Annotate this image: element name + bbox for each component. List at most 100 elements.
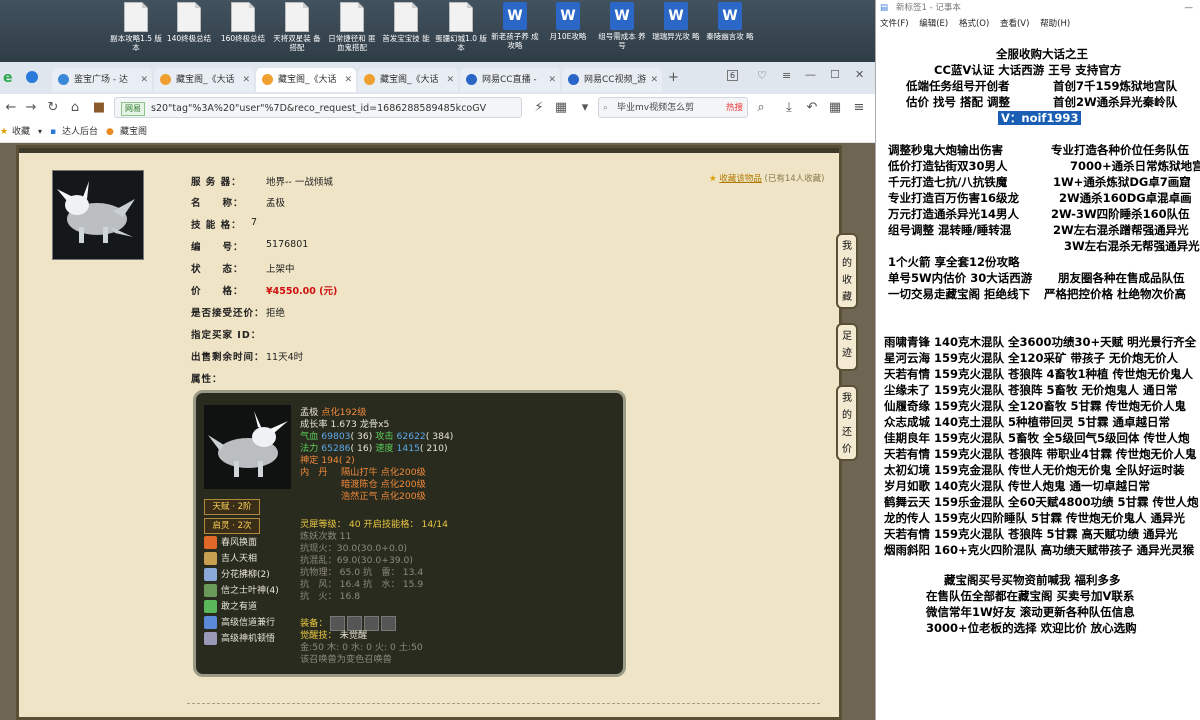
bookmark-bar: ★ 收藏 ▾ ▪ 达人后台 ● 藏宝阁 [0,122,875,143]
refresh-icon[interactable]: ↻ [44,99,62,117]
grid-apps-icon[interactable]: ▦ [826,99,844,117]
desktop-file-icon[interactable]: 天将双星装 备搭配 [271,2,323,52]
inner-item: 浩然正气 点化200级 [341,491,426,502]
my-bargain-tab[interactable]: 我的还价 [836,385,858,461]
desktop-file-icon[interactable]: 日常捷径和 匪血鬼搭配 [326,2,378,52]
text-line: 1W+通杀炼狱DG卓7画窟 [1053,175,1191,189]
chevron-down-icon[interactable]: ▾ [38,122,42,142]
tab-count-badge[interactable]: 6 [727,70,739,81]
text-line: 千元打造七抗/八抗铁魔 [888,175,1008,189]
close-icon[interactable]: ✕ [446,68,454,92]
minimize-icon[interactable]: — [1185,0,1194,16]
skill-item[interactable]: 分花拂柳(2) [204,567,270,583]
undo-icon[interactable]: ↶ [803,99,821,117]
notepad-title: ▤ 新标签1 - 记事本 — [876,0,1200,16]
skill-item[interactable]: 信之士叶神(4) [204,583,279,599]
text-line: 太初幻境 159克金混队 传世人无价炮无价鬼 全队好运时装 [884,463,1185,477]
equip-slot[interactable] [329,616,345,631]
bookmark-item[interactable]: 达人后台 [62,122,98,142]
skill-item[interactable]: 敢之有道 [204,599,257,615]
rebirth-badge[interactable]: 启灵 · 2次 [204,518,260,534]
desktop-file-icon[interactable]: W 秦陵幽言攻 略 [704,2,756,41]
favicon-icon [568,74,579,85]
close-icon[interactable]: ✕ [344,68,352,92]
skill-item[interactable]: 高级神机顿悟 [204,631,275,647]
tab[interactable]: 网易CC直播 - ✕ [460,68,560,92]
shirt-icon[interactable]: ♡ [757,69,767,82]
menu-file[interactable]: 文件(F) [880,19,909,29]
desktop-file-icon[interactable]: 首发宝宝技 能 [380,2,432,43]
skill-item[interactable]: 高级信道兼行 [204,615,275,631]
close-icon[interactable]: ✕ [650,68,658,92]
close-icon[interactable]: ✕ [242,68,250,92]
menu-view[interactable]: 查看(V) [1000,19,1029,29]
address-bar[interactable]: 网易 s20"tag"%3A%20"user"%7D&reco_request_i… [114,97,522,118]
grid-icon[interactable]: ▦ [552,99,570,117]
browser-logo-icon: e [3,70,13,86]
text-line: 仙履奇缘 159克火混队 全120畜牧 5甘霖 传世炮无价人鬼 [884,399,1187,413]
tab[interactable]: 鉴宝广场 - 达 ✕ [52,68,152,92]
close-icon[interactable]: ✕ [140,68,148,92]
desktop-file-icon[interactable]: 140终极总结 [163,2,215,43]
back-icon[interactable]: ← [2,99,20,117]
pet-name: 孟极 点化192级 [300,407,367,418]
skill-item[interactable]: 春风换面 [204,535,257,551]
search-input[interactable]: ⌕ 毕业mv视频怎么剪 热搜 [598,97,748,118]
close-icon[interactable]: ✕ [548,68,556,92]
forward-icon[interactable]: → [22,99,40,117]
listing-panel: 服 务 器： 地界-- 一战倾城 名 称： 孟极 技 能 格： 7 编 号： 51768… [16,145,842,720]
more-icon[interactable]: ≡ [850,99,868,117]
menu-edit[interactable]: 编辑(E) [919,19,948,29]
search-button-icon[interactable]: ⌕ [752,99,770,117]
shield-icon[interactable] [26,71,38,83]
notepad-text-area[interactable]: 全服收购大话之王 CC蓝V认证 大话西游 王号 支持官方 低端任务组号开创者 首… [876,34,1200,720]
bookmark-item[interactable]: 藏宝阁 [120,122,147,142]
desktop-file-icon[interactable]: 160终极总结 [217,2,269,43]
text-line: 微信常年1W好友 滚动更新各种队伍信息 [926,605,1135,619]
bookmark-item[interactable]: 收藏 [12,122,30,142]
lightning-icon[interactable]: ⚡ [530,99,548,117]
talent-badge[interactable]: 天赋 · 2阶 [204,499,260,515]
text-line: 全服收购大话之王 [996,47,1088,61]
equip-slot[interactable] [363,616,379,631]
skill-item[interactable]: 吉人天相 [204,551,257,567]
desktop-file-icon[interactable]: 蛋疆幻城1.0 版本 [435,2,487,52]
nav-bar: ← → ↻ ⌂ ■ 网易 s20"tag"%3A%20"user"%7D&reco… [0,94,875,123]
favicon-icon [364,74,375,85]
menu-icon[interactable]: ≡ [782,69,791,82]
equip-slot[interactable] [346,616,362,631]
download-icon[interactable]: ⤓ [780,99,798,117]
menu-help[interactable]: 帮助(H) [1040,19,1070,29]
close-window-icon[interactable]: ✕ [855,68,864,81]
document-icon [177,2,201,32]
collect-area: ★ 收藏该物品 (已有14人收藏) [709,174,825,184]
awake-line: 觉醒技： 未觉醒 [300,630,368,641]
text-line: 组号调整 混转睡/睡转混 [888,223,1012,237]
menu-format[interactable]: 格式(O) [959,19,989,29]
tab[interactable]: 网易CC视频_游 ✕ [562,68,662,92]
maximize-icon[interactable]: ☐ [830,68,840,81]
desktop-file-icon[interactable]: 副本攻略1.5 版本 [110,2,162,52]
dropdown-icon[interactable]: ▾ [576,99,594,117]
text-line: 7000+通杀日常炼狱地宫 [1070,159,1200,173]
desktop-file-icon[interactable]: W 组号需成本 养号 [596,2,648,50]
text-line: 专业打造各种价位任务队伍 [1051,143,1189,157]
equip-slot[interactable] [380,616,396,631]
tab[interactable]: 藏宝阁_《大话 ✕ [358,68,458,92]
home-icon[interactable]: ⌂ [66,99,84,117]
bag-icon[interactable]: ■ [90,99,108,117]
collect-link[interactable]: 收藏该物品 [719,174,762,184]
text-line: 首创2W通杀异光秦岭队 [1053,95,1178,109]
tab[interactable]: 藏宝阁_《大话 ✕ [154,68,254,92]
hp-atk-line: 气血 69803( 36) 攻击 62622( 384) [300,431,454,442]
resist-line: 抗混乱：69.0(30.0+39.0) [300,555,413,566]
desktop-file-icon[interactable]: W 新老孩子养 成攻略 [489,2,541,50]
new-tab-icon[interactable]: + [668,70,679,85]
footprint-tab[interactable]: 足迹 [836,323,858,371]
minimize-icon[interactable]: — [805,68,816,81]
text-line: 低端任务组号开创者 [906,79,1010,93]
desktop-file-icon[interactable]: W 月10E攻略 [542,2,594,41]
my-collect-tab[interactable]: 我的收藏 [836,233,858,309]
tab-active[interactable]: 藏宝阁_《大话 ✕ [256,68,356,92]
desktop-file-icon[interactable]: W 瑞瑞异光攻 略 [650,2,702,41]
